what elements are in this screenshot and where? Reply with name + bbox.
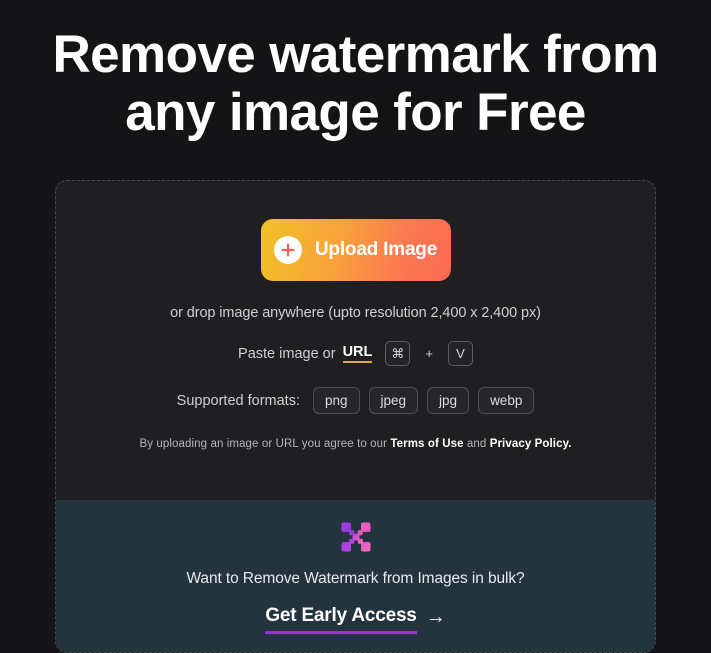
format-chip-png: png — [312, 387, 360, 414]
legal-conjunction: and — [466, 438, 487, 450]
bulk-question-text: Want to Remove Watermark from Images in … — [186, 570, 525, 587]
upload-image-button-label: Upload Image — [314, 239, 438, 260]
format-chip-jpeg: jpeg — [368, 387, 419, 414]
page-title: Remove watermark from any image for Free — [52, 25, 660, 142]
url-link[interactable]: URL — [342, 344, 373, 363]
key-command: ⌘ — [385, 341, 411, 366]
get-early-access-button[interactable]: Get Early Access → — [265, 605, 446, 634]
plus-icon — [273, 236, 302, 264]
upload-card: Upload Image or drop image anywhere (upt… — [55, 180, 656, 653]
get-early-access-label: Get Early Access — [265, 605, 417, 634]
privacy-policy-link[interactable]: Privacy Policy. — [490, 438, 572, 450]
upload-image-button[interactable]: Upload Image — [260, 219, 451, 281]
drop-hint-text: or drop image anywhere (upto resolution … — [170, 305, 541, 321]
paste-row: Paste image or URL ⌘ + V — [238, 341, 473, 366]
supported-formats-label: Supported formats: — [176, 392, 300, 409]
paste-prefix-label: Paste image or — [238, 345, 336, 362]
legal-prefix: By uploading an image or URL you agree t… — [139, 438, 388, 450]
page-root: Remove watermark from any image for Free… — [0, 0, 711, 653]
terms-of-use-link[interactable]: Terms of Use — [390, 438, 463, 450]
key-v: V — [447, 341, 473, 366]
format-chip-jpg: jpg — [427, 387, 470, 414]
format-chip-webp: webp — [478, 387, 535, 414]
bulk-banner: Want to Remove Watermark from Images in … — [56, 500, 655, 652]
arrow-right-icon: → — [425, 606, 446, 628]
bulk-grid-icon — [341, 522, 371, 552]
supported-formats-row: Supported formats: png jpeg jpg webp — [177, 387, 535, 414]
key-separator: + — [425, 346, 433, 361]
legal-disclaimer: By uploading an image or URL you agree t… — [139, 438, 571, 450]
upload-dropzone[interactable]: Upload Image or drop image anywhere (upt… — [56, 181, 655, 500]
